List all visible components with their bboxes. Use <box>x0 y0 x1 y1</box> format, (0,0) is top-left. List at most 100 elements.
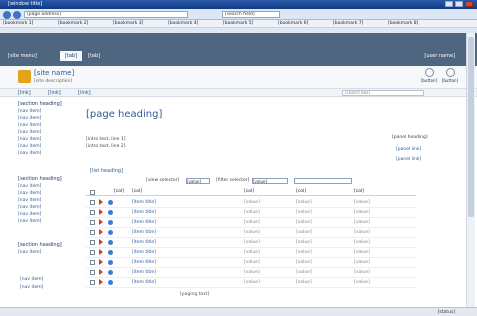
table-row[interactable]: [item title] [value] [value] [value] <box>86 258 416 268</box>
table-row[interactable]: [item title] [value] [value] [value] <box>86 278 416 288</box>
favorite-link[interactable]: [bookmark 6] <box>278 21 308 26</box>
site-title[interactable]: [site name] <box>34 69 74 77</box>
status-icon <box>108 220 113 225</box>
favorite-link[interactable]: [bookmark 1] <box>3 21 33 26</box>
address-bar: [page address] [search field] <box>0 9 477 20</box>
side-panel-link[interactable]: [panel link] <box>396 157 421 162</box>
window-titlebar: [window title] <box>0 0 477 9</box>
column-header[interactable]: [col] <box>354 189 364 194</box>
flag-icon <box>99 249 103 255</box>
all-site-content-link[interactable]: [nav item] <box>20 285 43 290</box>
flag-icon <box>99 229 103 235</box>
table-row[interactable]: [item title] [value] [value] [value] <box>86 268 416 278</box>
row-cell: [value] <box>296 200 312 205</box>
row-checkbox[interactable] <box>90 260 95 265</box>
quicklaunch-item[interactable]: [nav item] <box>18 191 41 196</box>
filter-selector[interactable]: [value] <box>252 178 288 184</box>
row-checkbox[interactable] <box>90 230 95 235</box>
row-title[interactable]: [item title] <box>132 210 156 215</box>
table-row[interactable]: [item title] [value] [value] [value] <box>86 248 416 258</box>
row-checkbox[interactable] <box>90 250 95 255</box>
site-actions-menu[interactable]: [site menu] <box>8 53 37 59</box>
select-all-checkbox[interactable] <box>90 190 95 195</box>
back-icon[interactable] <box>3 11 11 19</box>
table-row[interactable]: [item title] [value] [value] [value] <box>86 238 416 248</box>
row-title[interactable]: [item title] <box>132 240 156 245</box>
row-title[interactable]: [item title] <box>132 260 156 265</box>
header-button[interactable]: [button] <box>420 68 438 83</box>
recycle-bin-link[interactable]: [nav item] <box>20 277 43 282</box>
quicklaunch-item[interactable]: [nav item] <box>18 144 41 149</box>
column-header[interactable]: [col] <box>296 189 306 194</box>
row-checkbox[interactable] <box>90 210 95 215</box>
favorite-link[interactable]: [bookmark 7] <box>333 21 363 26</box>
quicklaunch-item[interactable]: [nav item] <box>18 205 41 210</box>
row-checkbox[interactable] <box>90 220 95 225</box>
column-header[interactable]: [col] <box>114 189 124 194</box>
row-title[interactable]: [item title] <box>132 280 156 285</box>
favorite-link[interactable]: [bookmark 2] <box>58 21 88 26</box>
quicklaunch-heading[interactable]: [section heading] <box>18 176 62 182</box>
topnav-link[interactable]: [link] <box>18 90 31 96</box>
row-title[interactable]: [item title] <box>132 220 156 225</box>
row-cell: [value] <box>296 260 312 265</box>
tab-browse[interactable]: [tab] <box>60 51 82 61</box>
row-title[interactable]: [item title] <box>132 230 156 235</box>
topnav-link[interactable]: [link] <box>78 90 91 96</box>
row-checkbox[interactable] <box>90 200 95 205</box>
row-checkbox[interactable] <box>90 280 95 285</box>
forward-icon[interactable] <box>13 11 21 19</box>
column-header[interactable]: [col] <box>244 189 254 194</box>
column-header[interactable]: [col] <box>132 189 142 194</box>
filter-input[interactable] <box>294 178 352 184</box>
user-menu[interactable]: [user name] <box>424 53 455 59</box>
table-row[interactable]: [item title] [value] [value] [value] <box>86 228 416 238</box>
quicklaunch-item[interactable]: [nav item] <box>18 151 41 156</box>
favorite-link[interactable]: [bookmark 5] <box>223 21 253 26</box>
pager[interactable]: [paging text] <box>180 292 209 297</box>
favorite-link[interactable]: [bookmark 4] <box>168 21 198 26</box>
row-cell: [value] <box>354 260 370 265</box>
side-panel-link[interactable]: [panel link] <box>396 147 421 152</box>
minimize-button[interactable] <box>445 1 453 7</box>
favorite-link[interactable]: [bookmark 8] <box>388 21 418 26</box>
row-cell: [value] <box>244 210 260 215</box>
row-title[interactable]: [item title] <box>132 250 156 255</box>
row-cell: [value] <box>244 280 260 285</box>
maximize-button[interactable] <box>455 1 463 7</box>
quicklaunch-item[interactable]: [nav item] <box>18 184 41 189</box>
table-row[interactable]: [item title] [value] [value] [value] <box>86 218 416 228</box>
flag-icon <box>99 199 103 205</box>
view-selector[interactable]: [value] <box>186 178 210 184</box>
row-title[interactable]: [item title] <box>132 200 156 205</box>
tab-page[interactable]: [tab] <box>88 53 100 59</box>
intro-line: [intro text, line 1] <box>86 137 126 142</box>
site-search-input[interactable]: [search box] <box>342 90 424 96</box>
row-cell: [value] <box>296 210 312 215</box>
quicklaunch-item[interactable]: [nav item] <box>18 250 41 255</box>
quicklaunch-item[interactable]: [nav item] <box>18 109 41 114</box>
row-title[interactable]: [item title] <box>132 270 156 275</box>
table-row[interactable]: [item title] [value] [value] [value] <box>86 208 416 218</box>
quicklaunch-item[interactable]: [nav item] <box>18 137 41 142</box>
list-title[interactable]: [list heading] <box>90 168 123 174</box>
quicklaunch-heading[interactable]: [section heading] <box>18 242 62 248</box>
table-row[interactable]: [item title] [value] [value] [value] <box>86 198 416 208</box>
scrollbar-thumb[interactable] <box>468 37 474 217</box>
page-scrollbar[interactable] <box>466 33 475 307</box>
quicklaunch-item[interactable]: [nav item] <box>18 123 41 128</box>
quicklaunch-item[interactable]: [nav item] <box>18 219 41 224</box>
quicklaunch-item[interactable]: [nav item] <box>18 130 41 135</box>
quicklaunch-item[interactable]: [nav item] <box>18 198 41 203</box>
quicklaunch-heading[interactable]: [section heading] <box>18 101 62 107</box>
topnav-link[interactable]: [link] <box>48 90 61 96</box>
favorite-link[interactable]: [bookmark 3] <box>113 21 143 26</box>
close-button[interactable] <box>465 1 473 7</box>
quicklaunch-item[interactable]: [nav item] <box>18 116 41 121</box>
header-button[interactable]: [button] <box>441 68 459 83</box>
url-field[interactable]: [page address] <box>24 11 188 18</box>
browser-search-field[interactable]: [search field] <box>222 11 280 18</box>
quicklaunch-item[interactable]: [nav item] <box>18 212 41 217</box>
row-checkbox[interactable] <box>90 240 95 245</box>
row-checkbox[interactable] <box>90 270 95 275</box>
